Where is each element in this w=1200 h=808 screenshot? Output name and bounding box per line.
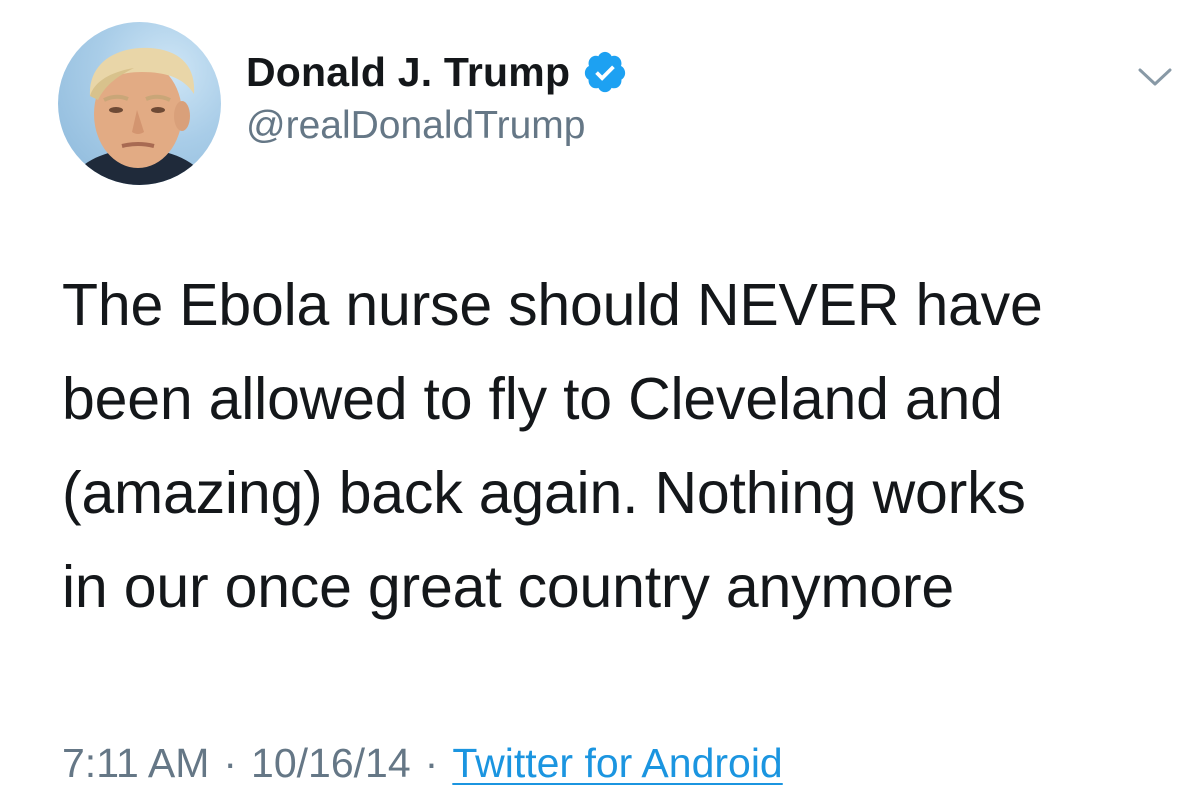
tweet-text-line: been allowed to fly to Cleveland and [62,366,1003,432]
author-header: Donald J. Trump @realDonaldTrump [246,44,628,148]
avatar-portrait-icon [68,47,210,185]
tweet-text-line: in our once great country anymore [62,554,954,620]
profile-avatar[interactable] [58,22,221,185]
verified-check-icon [582,49,628,95]
tweet-text: The Ebola nurse should NEVER have been a… [62,258,1172,634]
tweet-text-line: The Ebola nurse should NEVER have [62,272,1043,338]
tweet-source-link[interactable]: Twitter for Android [452,740,782,786]
tweet-text-line: (amazing) back again. Nothing works [62,460,1026,526]
tweet-metadata: 7:11 AM · 10/16/14 · Twitter for Android [62,740,783,787]
tweet-card: Donald J. Trump @realDonaldTrump The Ebo… [0,0,1200,808]
author-display-name[interactable]: Donald J. Trump [246,49,570,96]
tweet-time[interactable]: 7:11 AM [62,740,209,786]
meta-separator: · [424,740,439,786]
author-name-row: Donald J. Trump [246,44,628,100]
meta-separator: · [223,740,238,786]
chevron-down-icon[interactable] [1137,62,1173,92]
tweet-date[interactable]: 10/16/14 [251,740,411,786]
author-handle[interactable]: @realDonaldTrump [246,104,628,148]
